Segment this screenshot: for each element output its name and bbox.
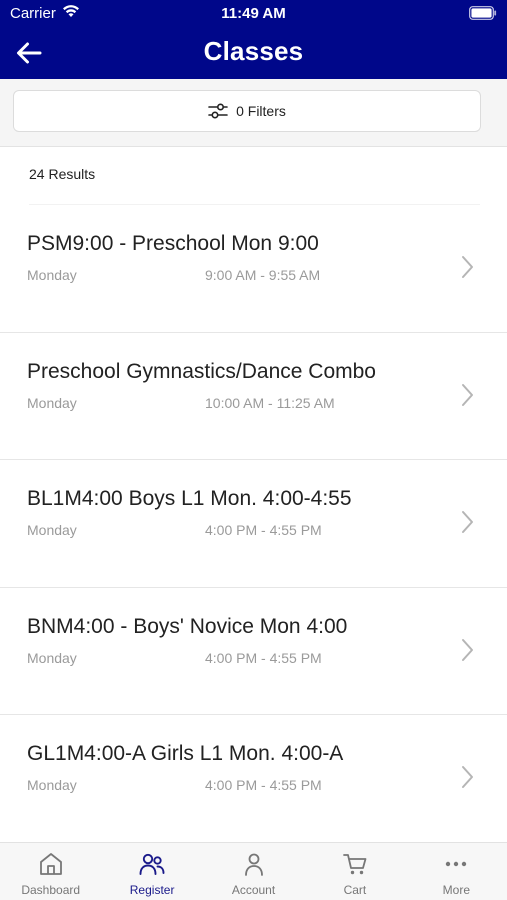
tab-label: Cart: [343, 883, 367, 897]
class-list-item[interactable]: BL1M4:00 Boys L1 Mon. 4:00-4:55 Monday 4…: [0, 460, 507, 588]
tab-more[interactable]: More: [406, 843, 507, 900]
chevron-right-icon: [462, 511, 473, 533]
class-day: Monday: [27, 777, 77, 793]
status-time: 11:49 AM: [221, 5, 286, 22]
status-bar: Carrier 11:49 AM: [0, 0, 507, 28]
filters-button[interactable]: 0 Filters: [13, 90, 481, 132]
class-title: Preschool Gymnastics/Dance Combo: [27, 359, 376, 383]
tab-cart[interactable]: Cart: [304, 843, 405, 900]
chevron-right-icon: [462, 256, 473, 278]
class-day: Monday: [27, 649, 77, 666]
filter-area: 0 Filters: [0, 79, 507, 147]
class-list: PSM9:00 - Preschool Mon 9:00 Monday 9:00…: [0, 205, 507, 843]
class-title: BNM4:00 - Boys' Novice Mon 4:00: [27, 614, 348, 638]
tab-label: Register: [129, 883, 175, 897]
tab-account[interactable]: Account: [203, 843, 304, 900]
tab-dashboard[interactable]: Dashboard: [0, 843, 101, 900]
users-icon: [139, 853, 165, 875]
nav-bar: Classes: [0, 28, 507, 79]
class-day: Monday: [27, 267, 77, 283]
tab-label: Dashboard: [21, 883, 81, 897]
tab-bar: Dashboard Register Account Cart More: [0, 842, 507, 900]
cart-icon: [343, 854, 367, 875]
sliders-icon: [208, 103, 228, 119]
page-title: Classes: [203, 36, 304, 66]
class-time: 4:00 PM - 4:55 PM: [205, 777, 322, 793]
class-day: Monday: [27, 522, 77, 538]
class-list-item[interactable]: PSM9:00 - Preschool Mon 9:00 Monday 9:00…: [0, 205, 507, 333]
class-time: 9:00 AM - 9:55 AM: [205, 267, 321, 283]
tab-label: Account: [231, 883, 276, 897]
class-title: GL1M4:00-A Girls L1 Mon. 4:00-A: [27, 742, 344, 765]
tab-label: More: [442, 883, 470, 897]
chevron-right-icon: [462, 766, 473, 788]
class-time: 4:00 PM - 4:55 PM: [205, 649, 322, 666]
results-count: 24 Results: [29, 166, 96, 182]
class-title: BL1M4:00 Boys L1 Mon. 4:00-4:55: [27, 487, 352, 510]
class-list-item[interactable]: Preschool Gymnastics/Dance Combo Monday …: [0, 333, 507, 460]
person-icon: [244, 853, 263, 876]
chevron-right-icon: [462, 638, 473, 661]
class-day: Monday: [27, 394, 77, 411]
battery-icon: [469, 6, 497, 20]
tab-register[interactable]: Register: [101, 843, 202, 900]
chevron-right-icon: [462, 383, 473, 406]
class-time: 10:00 AM - 11:25 AM: [205, 394, 335, 411]
home-icon: [39, 853, 62, 875]
app-header: Carrier 11:49 AM Classes: [0, 0, 507, 79]
class-title: PSM9:00 - Preschool Mon 9:00: [27, 232, 319, 255]
class-time: 4:00 PM - 4:55 PM: [205, 522, 322, 538]
filters-label: 0 Filters: [236, 103, 286, 119]
class-list-item[interactable]: BNM4:00 - Boys' Novice Mon 4:00 Monday 4…: [0, 588, 507, 715]
class-list-item[interactable]: GL1M4:00-A Girls L1 Mon. 4:00-A Monday 4…: [0, 715, 507, 843]
more-icon: [446, 861, 467, 867]
